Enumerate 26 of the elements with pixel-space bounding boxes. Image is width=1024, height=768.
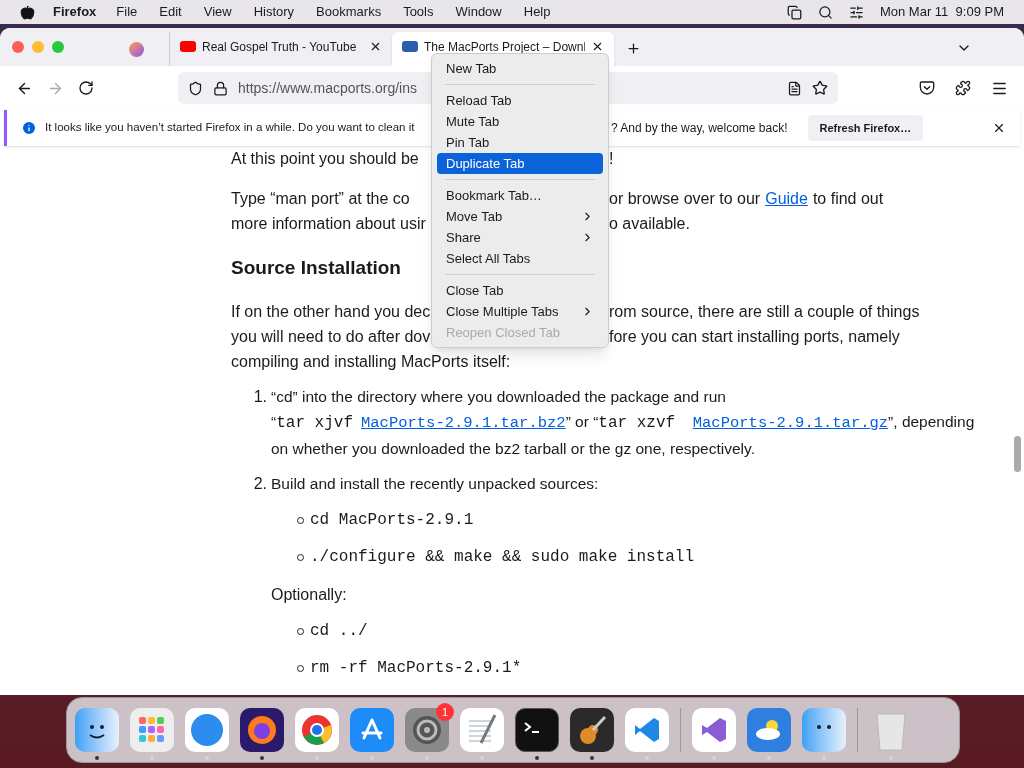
command-text: cd ../ bbox=[310, 620, 368, 642]
notification-badge: 1 bbox=[436, 703, 454, 721]
paragraph-text: or browse over to our bbox=[609, 189, 761, 209]
command-text: ./configure && make && sudo make install bbox=[310, 546, 695, 568]
paragraph-text: Type “man port” at the co bbox=[231, 189, 411, 209]
command-text: cd MacPorts-2.9.1 bbox=[310, 509, 474, 531]
paragraph-text: fore you can start installing ports, namely bbox=[609, 326, 900, 347]
paragraph-text: If on the other hand you dec bbox=[231, 301, 431, 322]
list-number: 1. bbox=[252, 386, 268, 407]
step-text: Build and install the recently unpacked sources: bbox=[271, 473, 600, 494]
step-text: “cd” into the directory where you downloaded the package and run “tar xjvf MacPorts-2.9.1.tar.bz2” or “tar xzvf MacPorts-2.9.1.tar.gz”, depending on whether you downloaded the bz2 tarball or the gz one, respectively. bbox=[271, 386, 976, 459]
clock-text: Mon Mar 11 9:09 PM bbox=[879, 3, 1004, 22]
notification-text: ? And by the way, welcome back! bbox=[611, 120, 788, 137]
command-text: rm -rf MacPorts-2.9.1* bbox=[310, 657, 522, 679]
paragraph-text: o available. bbox=[609, 214, 690, 234]
paragraph-text: to find out bbox=[812, 189, 884, 209]
paragraph-text: At this point you should be bbox=[231, 149, 420, 169]
notification-text: It looks like you haven’t started Firefox in a while. Do you want to clean it bbox=[45, 120, 416, 136]
paragraph-text: more information about usir bbox=[231, 214, 427, 234]
paragraph-text: rom source, there are still a couple of things bbox=[609, 301, 920, 322]
paragraph-text: compiling and installing MacPorts itself: bbox=[231, 351, 512, 372]
paragraph-text: ! bbox=[609, 149, 614, 169]
list-number: 2. bbox=[252, 473, 268, 494]
section-heading: Source Installation bbox=[231, 256, 401, 280]
paragraph-text: you will need to do after dov bbox=[231, 326, 431, 347]
paragraph-text: Optionally: bbox=[271, 584, 348, 605]
